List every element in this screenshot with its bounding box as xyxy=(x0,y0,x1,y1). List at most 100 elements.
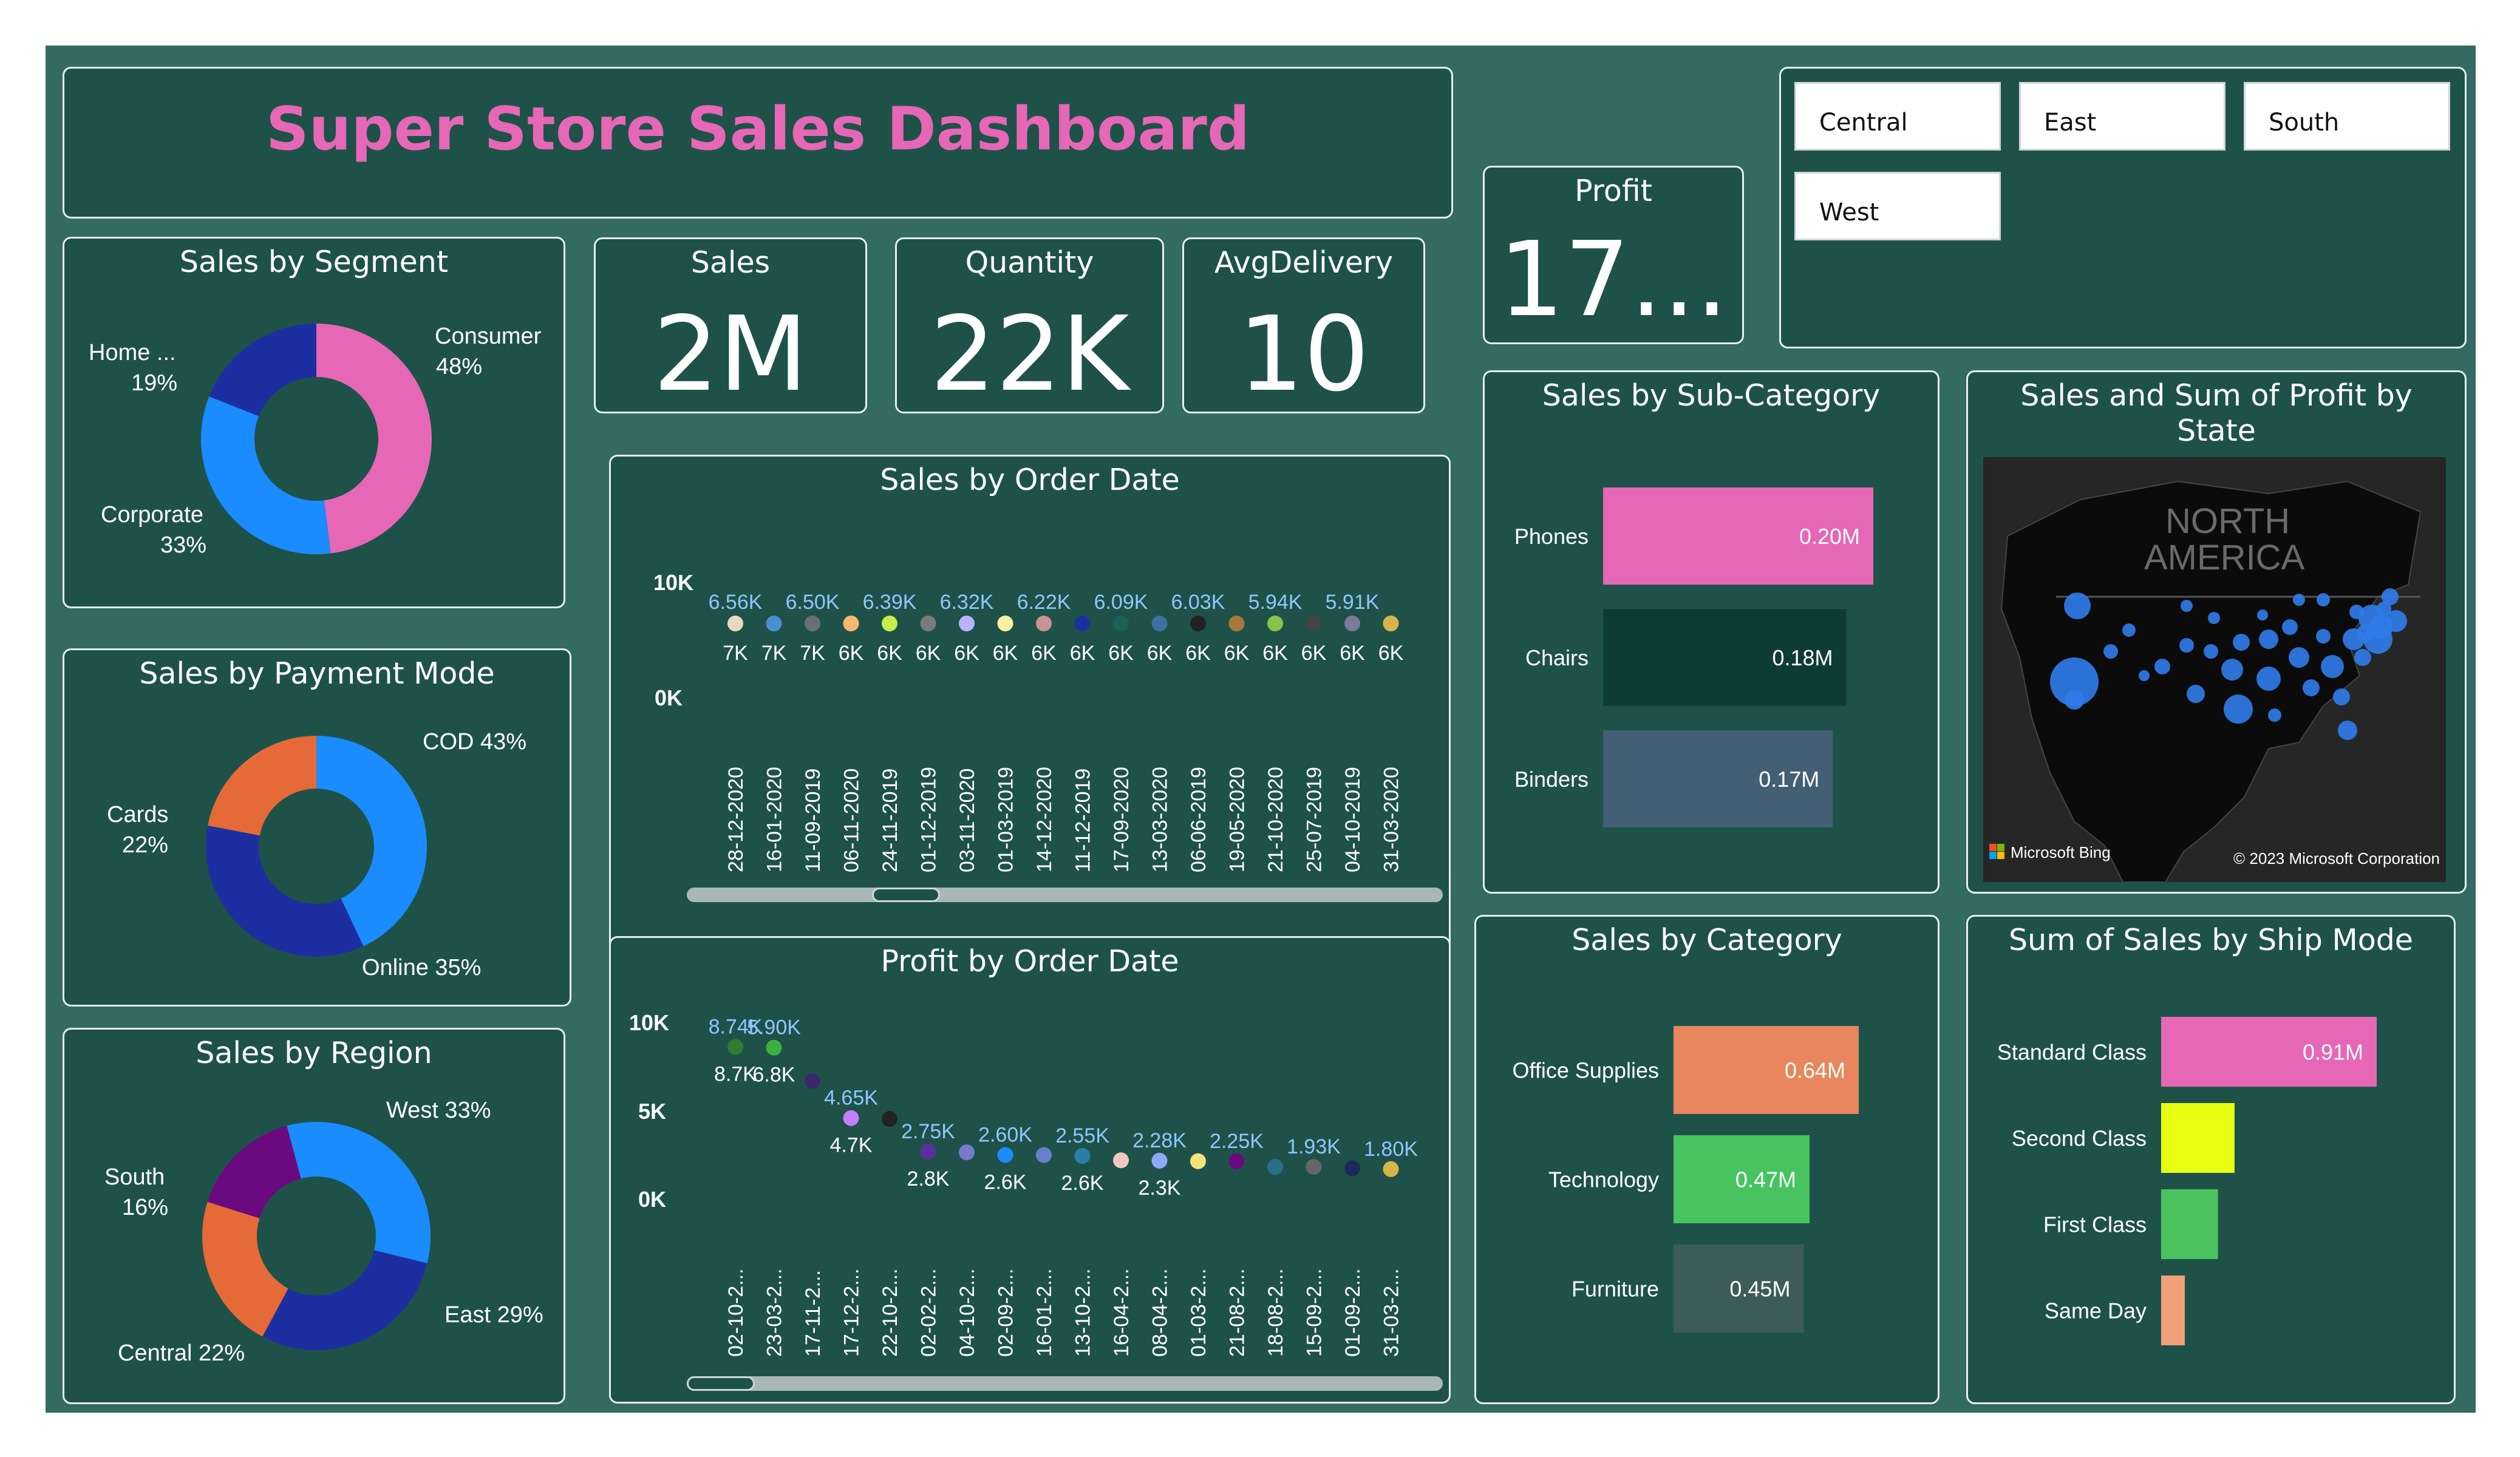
map-state-bubble-13 xyxy=(2233,634,2250,651)
region-donut-card: Sales by Region West 33% East 29% Centra… xyxy=(63,1028,565,1404)
map-state-bubble-4 xyxy=(2122,623,2136,637)
map-state-bubble-20 xyxy=(2316,629,2331,644)
sales-date-tick-6: 03-11-2020 xyxy=(956,769,979,872)
quantity-kpi-value: 22K xyxy=(930,294,1129,415)
sales-date-dot-16 xyxy=(1344,616,1360,631)
profit-by-date-scrollbar[interactable] xyxy=(687,1376,1443,1391)
sales-kpi-label: Sales xyxy=(690,245,771,280)
quantity-kpi-label: Quantity xyxy=(965,245,1094,280)
payment-label-cards: Cards xyxy=(107,802,169,827)
sales-date-lower-label-13: 6K xyxy=(1224,642,1250,665)
region-label-south: South xyxy=(104,1164,165,1190)
map-state-bubble-37 xyxy=(2204,644,2218,659)
profit-date-dot-5 xyxy=(920,1143,936,1160)
sales-date-lower-label-8: 6K xyxy=(1031,642,1057,665)
profit-kpi-value: 17... xyxy=(1498,220,1729,340)
profit-date-lower-label-5: 2.8K xyxy=(907,1167,950,1190)
profit-date-dot-11 xyxy=(1151,1152,1168,1169)
sales-date-lower-label-4: 6K xyxy=(877,642,902,665)
header-card: Super Store Sales Dashboard xyxy=(63,67,1453,219)
sales-date-tick-1: 16-01-2020 xyxy=(763,767,786,872)
profit-date-dot-0 xyxy=(727,1039,743,1055)
slicer-item-west[interactable]: West xyxy=(1794,172,2001,240)
segment-donut-chart xyxy=(201,324,432,554)
sales-date-upper-label-4: 6.39K xyxy=(863,591,917,614)
profit-date-dot-13 xyxy=(1228,1153,1245,1169)
profit-date-tick-2: 17-11-2... xyxy=(802,1270,825,1357)
sales-date-tick-4: 24-11-2019 xyxy=(879,769,902,872)
subcategory-label-0: Phones xyxy=(1514,524,1589,549)
profit-date-dot-14 xyxy=(1267,1159,1283,1175)
map-state-bubble-18 xyxy=(2289,647,2309,668)
profit-date-dot-1 xyxy=(766,1039,782,1056)
profit-ytick-1: 5K xyxy=(638,1099,666,1124)
category-value-0: 0.64M xyxy=(1785,1058,1845,1083)
bing-logo-blue xyxy=(1989,852,1997,859)
sales-date-dot-1 xyxy=(766,616,782,631)
map-state-bubble-5 xyxy=(2139,670,2150,681)
region-slicer: Central East South West xyxy=(1779,67,2467,348)
sales-kpi-card: Sales 2M xyxy=(594,237,867,413)
map-state-bubble-36 xyxy=(2317,593,2330,606)
sales-date-dot-10 xyxy=(1113,616,1129,631)
profit-date-tick-15: 15-09-2... xyxy=(1303,1268,1326,1357)
map-state-bubble-8 xyxy=(2179,638,2194,653)
shipmode-bar-chart: Standard Class 0.91M Second Class First Cla… xyxy=(1997,1017,2377,1345)
profit-date-upper-label-13: 2.25K xyxy=(1210,1130,1264,1153)
category-label-2: Furniture xyxy=(1572,1277,1659,1302)
profit-date-dot-6 xyxy=(959,1144,975,1161)
sales-date-dot-9 xyxy=(1074,616,1091,631)
state-bubble-map[interactable]: NORTHAMERICA Microsoft Bing © 2023 Microso… xyxy=(1983,457,2446,882)
profit-date-tick-16: 01-09-2... xyxy=(1341,1268,1364,1357)
map-state-bubble-12 xyxy=(2224,695,2253,724)
region-slice-0 xyxy=(287,1122,431,1263)
sales-ytick-0: 10K xyxy=(653,570,693,595)
region-slice-3 xyxy=(207,1126,301,1218)
map-state-bubble-33 xyxy=(2385,610,2407,632)
profit-ytick-0: 10K xyxy=(629,1010,669,1035)
segment-slice-0 xyxy=(316,324,432,554)
sales-by-date-scroll-thumb[interactable] xyxy=(872,888,940,902)
sales-date-dot-0 xyxy=(727,616,743,631)
subcategory-value-2: 0.17M xyxy=(1759,767,1819,792)
profit-date-upper-label-11: 2.28K xyxy=(1132,1129,1187,1152)
map-state-bubble-14 xyxy=(2259,630,2278,649)
profit-date-lower-label-3: 4.7K xyxy=(830,1134,873,1157)
sales-date-tick-13: 19-05-2020 xyxy=(1226,767,1249,872)
profit-date-tick-10: 16-04-2... xyxy=(1110,1268,1133,1357)
profit-date-tick-14: 18-08-2... xyxy=(1264,1268,1287,1357)
shipmode-label-3: Same Day xyxy=(2045,1299,2147,1323)
profit-date-dot-9 xyxy=(1074,1148,1091,1164)
profit-date-upper-label-1: 5.90K xyxy=(747,1016,801,1039)
profit-date-dot-15 xyxy=(1306,1159,1322,1175)
sales-by-date-scrollbar[interactable] xyxy=(687,888,1443,902)
profit-date-tick-12: 01-03-2... xyxy=(1187,1268,1210,1357)
profit-date-lower-label-1: 6.8K xyxy=(753,1064,795,1087)
dashboard-canvas: Super Store Sales Dashboard Central East… xyxy=(46,46,2476,1413)
profit-date-upper-label-3: 4.65K xyxy=(824,1087,878,1110)
region-label-east: East 29% xyxy=(444,1302,543,1328)
profit-by-date-scroll-thumb[interactable] xyxy=(687,1376,755,1391)
segment-pct-home: 19% xyxy=(131,370,178,396)
segment-donut-card: Sales by Segment Consumer 48% Home ... 1… xyxy=(63,237,565,608)
profit-date-upper-label-17: 1.80K xyxy=(1364,1138,1418,1161)
profit-date-tick-5: 02-02-2... xyxy=(918,1268,941,1357)
map-state-bubble-23 xyxy=(2338,721,2357,740)
map-state-bubble-6 xyxy=(2154,659,2170,674)
sales-date-lower-label-11: 6K xyxy=(1147,642,1173,665)
profit-ytick-2: 0K xyxy=(638,1187,666,1212)
profit-date-dot-7 xyxy=(997,1147,1013,1163)
sales-date-tick-16: 04-10-2019 xyxy=(1341,767,1364,872)
sales-date-dot-7 xyxy=(997,616,1013,631)
subcategory-label-1: Chairs xyxy=(1525,645,1589,670)
slicer-item-south[interactable]: South xyxy=(2244,82,2450,151)
slicer-item-east[interactable]: East xyxy=(2019,82,2225,151)
profit-date-dot-16 xyxy=(1344,1160,1360,1177)
profit-date-tick-3: 17-12-2... xyxy=(840,1268,863,1357)
profit-date-lower-label-11: 2.3K xyxy=(1139,1177,1181,1200)
subcategory-bar-chart: Phones 0.20M Chairs 0.18M Binders 0.17M xyxy=(1514,487,1873,827)
slicer-item-central[interactable]: Central xyxy=(1794,82,2001,151)
subcategory-value-0: 0.20M xyxy=(1799,524,1860,549)
sales-date-tick-17: 31-03-2020 xyxy=(1380,767,1403,872)
payment-label-online: Online 35% xyxy=(362,955,482,980)
